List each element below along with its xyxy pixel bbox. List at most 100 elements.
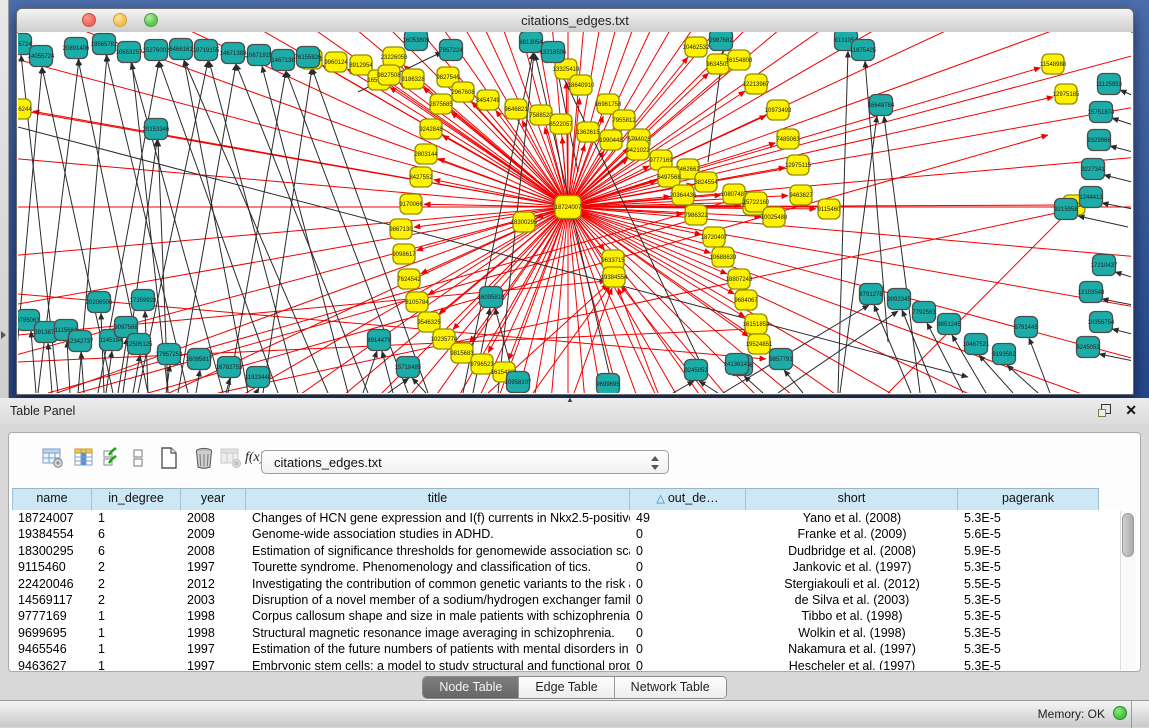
table-cell: de Silva et al. (2003) — [746, 592, 958, 608]
table-header-row: namein_degreeyeartitle△out_de…shortpager… — [12, 488, 1099, 511]
column-header-title[interactable]: title — [246, 489, 630, 510]
graph-node-label: 14671388 — [220, 51, 247, 57]
graph-node-label: 12975185 — [1053, 92, 1080, 98]
graph-edge — [1115, 272, 1131, 282]
graph-node-label: 7955812 — [612, 118, 636, 124]
graph-node-label: 9827546 — [436, 75, 460, 81]
tab-node-table[interactable]: Node Table — [423, 677, 519, 698]
control-panel-splitter[interactable] — [0, 0, 9, 398]
network-window-title: citations_edges.txt — [17, 13, 1133, 28]
table-cell: 2 — [92, 576, 181, 592]
float-panel-icon[interactable] — [1098, 404, 1111, 417]
graph-node-label: 8912954 — [349, 63, 373, 69]
graph-edge — [568, 32, 1075, 207]
graph-edge — [101, 313, 104, 393]
column-header-in_degree[interactable]: in_degree — [92, 489, 181, 510]
tab-edge-table[interactable]: Edge Table — [519, 677, 614, 698]
graph-node-label: 9646821 — [504, 107, 528, 113]
graph-node-label: 2055724 — [18, 42, 32, 48]
table-cell: 0 — [630, 576, 746, 592]
graph-node-label: 12213967 — [743, 82, 770, 88]
network-canvas[interactable]: 7663822996012489129541654808232260589827… — [18, 32, 1131, 393]
table-tabbar: Node TableEdge TableNetwork Table — [0, 674, 1149, 700]
table-cell: 1 — [92, 625, 181, 641]
graph-node-label: 9329966 — [1087, 138, 1111, 144]
table-row[interactable]: 2242004622012Investigating the contribut… — [12, 576, 1137, 592]
table-cell: 5.3E-5 — [958, 592, 1099, 608]
table-row[interactable]: 911546021997Tourette syndrome. Phenomeno… — [12, 559, 1137, 575]
table-row[interactable]: 1456911722003Disruption of a novel membe… — [12, 592, 1137, 608]
table-cell: 0 — [630, 592, 746, 608]
scrollbar-thumb[interactable] — [1122, 513, 1134, 557]
table-row[interactable]: 1872400712008Changes of HCN gene express… — [12, 510, 1137, 526]
graph-node-label: 19384554 — [601, 275, 628, 281]
graph-node-label: 18720407 — [701, 235, 728, 241]
table-cell: 5.5E-5 — [958, 576, 1099, 592]
graph-node-label: 9245053 — [1076, 345, 1100, 351]
table-cell: 1 — [92, 608, 181, 624]
close-panel-icon[interactable]: ✕ — [1125, 402, 1137, 418]
table-card: f(x) citations_edges.txt namein_degreeye… — [8, 432, 1141, 672]
network-view-window[interactable]: citations_edges.txt 76638229960124891295… — [16, 8, 1134, 395]
graph-node-label: 2803144 — [414, 152, 438, 158]
graph-node-label: 8791278 — [859, 292, 883, 298]
delete-table-button-disabled[interactable] — [220, 447, 242, 469]
graph-edge — [1112, 329, 1131, 338]
graph-edge — [784, 370, 803, 393]
table-cell: Stergiakouli et al. (2012) — [746, 576, 958, 592]
table-row[interactable]: 946362711997Embryonic stem cells: a mode… — [12, 658, 1137, 670]
memory-ok-indicator — [1113, 706, 1127, 720]
table-row[interactable]: 977716911998Corpus callosum shape and si… — [12, 608, 1137, 624]
column-header-short[interactable]: short — [746, 489, 958, 510]
status-bar: Memory: OK — [0, 700, 1149, 727]
splitter-grip-icon[interactable]: ▲ — [566, 395, 574, 404]
table-selector-combobox[interactable]: citations_edges.txt — [261, 450, 669, 474]
graph-node-label: 15722160 — [743, 200, 770, 206]
graph-edge — [382, 351, 393, 393]
table-cell: 5.3E-5 — [958, 608, 1099, 624]
table-row[interactable]: 946554611997Estimation of the future num… — [12, 641, 1137, 657]
graph-node-label: 16151852 — [743, 322, 770, 328]
graph-node-label: 17957253 — [156, 352, 183, 358]
deselect-all-button[interactable] — [127, 447, 149, 469]
column-header-name[interactable]: name — [12, 489, 92, 510]
column-header-pagerank[interactable]: pagerank — [958, 489, 1099, 510]
table-cell: Disruption of a novel member of a sodium… — [246, 592, 630, 608]
delete-column-trash-button[interactable] — [193, 447, 215, 469]
show-columns-button[interactable] — [73, 447, 95, 469]
table-cell: 0 — [630, 559, 746, 575]
tab-network-table[interactable]: Network Table — [615, 677, 726, 698]
graph-edge — [1110, 146, 1131, 156]
graph-node-label: 9960124 — [324, 60, 348, 66]
graph-node-label: 10671915 — [246, 53, 273, 59]
graph-node-label: 6791445 — [1014, 325, 1038, 331]
graph-node-label: 12505125 — [126, 342, 153, 348]
graph-node-label: 13218506 — [540, 50, 567, 56]
graph-edge — [363, 351, 377, 393]
graph-node-label: 20364436 — [670, 193, 697, 199]
graph-node-label: 12975115 — [785, 163, 812, 169]
graph-node-label: 9227341 — [1081, 167, 1105, 173]
table-cell: Dudbridge et al. (2008) — [746, 543, 958, 559]
graph-node-label: 10688639 — [710, 255, 737, 261]
splitter-expand-icon[interactable] — [1, 331, 6, 339]
table-cell: Corpus callosum shape and size in male p… — [246, 608, 630, 624]
table-row[interactable]: 969969511998Structural magnetic resonanc… — [12, 625, 1137, 641]
select-all-button[interactable] — [102, 447, 124, 469]
table-row[interactable]: 1830029562008Estimation of significance … — [12, 543, 1137, 559]
graph-edge — [1099, 354, 1131, 364]
new-column-button[interactable] — [158, 447, 180, 469]
graph-node-label: 18640910 — [568, 83, 595, 89]
graph-node-label: 10467521 — [963, 342, 990, 348]
column-header-year[interactable]: year — [181, 489, 246, 510]
graph-node-label: 1306244 — [18, 107, 32, 113]
graph-node-label: 16782753 — [216, 365, 243, 371]
network-window-titlebar[interactable]: citations_edges.txt — [17, 9, 1133, 33]
table-mode-button[interactable] — [42, 447, 64, 469]
graph-node-label: 11875425 — [850, 48, 877, 54]
vertical-scrollbar[interactable] — [1120, 511, 1136, 670]
column-header-out_de[interactable]: △out_de… — [630, 489, 746, 510]
graph-node-label: 17210437 — [1091, 263, 1118, 269]
table-cell: 1997 — [181, 641, 246, 657]
table-row[interactable]: 1938455462009Genome-wide association stu… — [12, 526, 1137, 542]
